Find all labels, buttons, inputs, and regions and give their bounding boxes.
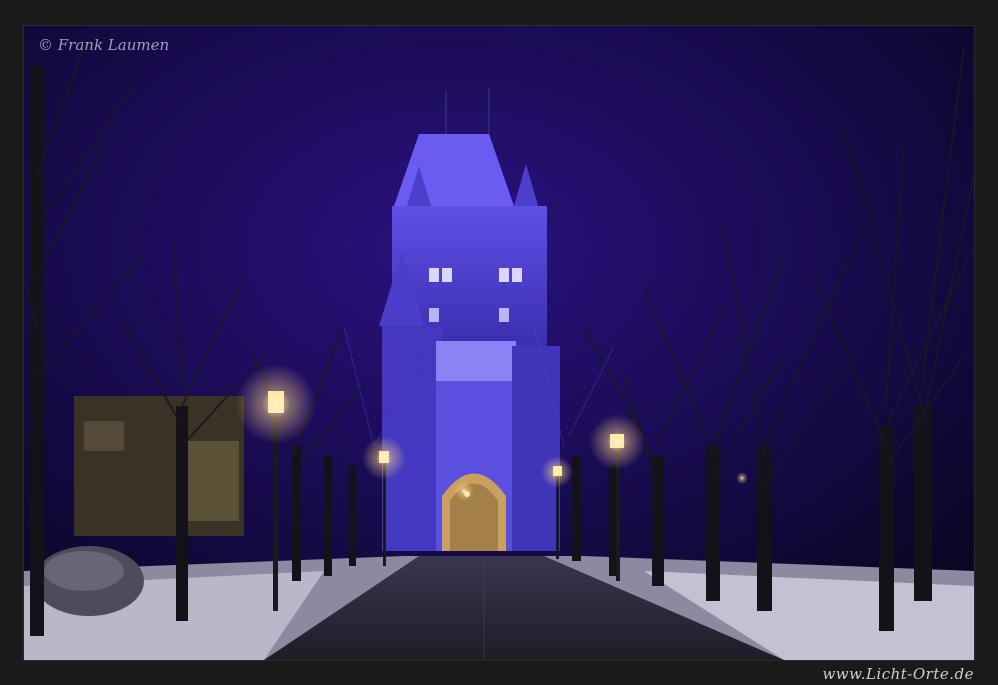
copyright-watermark: © Frank Laumen: [38, 36, 170, 54]
night-tower-photo: [24, 26, 974, 660]
photo-frame: © Frank Laumen: [24, 26, 974, 660]
website-watermark: www.Licht-Orte.de: [822, 665, 974, 683]
